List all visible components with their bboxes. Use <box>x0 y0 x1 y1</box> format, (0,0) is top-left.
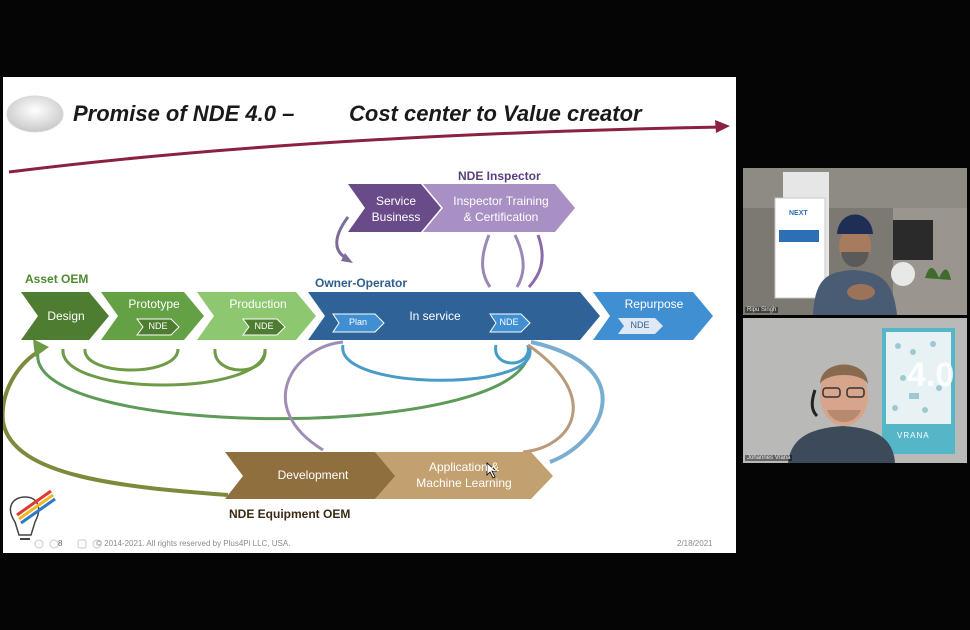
tag-nde-production: NDE <box>254 321 274 331</box>
label-service-line2: Business <box>371 210 421 224</box>
arc-prototype-design <box>83 348 180 372</box>
arc-nde-loop <box>494 344 530 365</box>
arc-design-arrowhead <box>33 339 49 357</box>
label-training-line2: & Certification <box>463 210 539 224</box>
label-training-line1: Inspector Training <box>453 194 549 208</box>
label-service-business: Service Business <box>365 193 427 225</box>
label-repurpose: Repurpose <box>624 297 684 311</box>
group-label-owner-operator: Owner-Operator <box>315 276 408 290</box>
label-development: Development <box>277 468 349 482</box>
label-application-line1: Application & <box>428 460 500 474</box>
title-arrow-line <box>8 125 724 174</box>
tag-nde-repurpose: NDE <box>630 320 650 330</box>
arc-production-design <box>61 348 267 387</box>
book-title: 4.0 <box>907 356 955 394</box>
nav-pen-icon <box>49 539 59 549</box>
presentation-slide: Promise of NDE 4.0 – Cost center to Valu… <box>3 77 736 553</box>
arc-development-plan <box>283 340 344 452</box>
nav-back-icon <box>34 539 44 549</box>
participant-name-ripu: Ripu Singh <box>745 307 779 313</box>
arc-nde-application <box>530 340 605 464</box>
arc-development-design <box>3 347 229 497</box>
slide-date: 2/18/2021 <box>677 539 713 548</box>
arc-training-a <box>481 234 492 288</box>
slide-page-number: 8 <box>58 539 63 548</box>
group-label-nde-inspector: NDE Inspector <box>458 169 541 183</box>
participant-name-johannes: Johannes Vrana <box>745 455 793 461</box>
label-prototype: Prototype <box>128 297 180 311</box>
arc-plan-nde <box>341 344 532 382</box>
label-application-line2: Machine Learning <box>416 476 512 490</box>
participant-video-ripu-singh[interactable]: NEXT Ripu Singh <box>743 168 967 315</box>
tag-nde-prototype: NDE <box>148 321 168 331</box>
arc-nde-application-inner <box>522 343 575 454</box>
slide-title-left: Promise of NDE 4.0 – <box>73 101 295 126</box>
banner-text: NEXT <box>789 210 808 217</box>
label-design: Design <box>47 309 85 323</box>
label-in-service: In service <box>409 309 461 323</box>
arc-service-inservice <box>335 216 350 261</box>
group-label-nde-equipment-oem: NDE Equipment OEM <box>229 507 351 521</box>
group-label-asset-oem: Asset OEM <box>25 272 89 286</box>
label-inspector-training: Inspector Training & Certification <box>441 193 561 225</box>
tag-nde-inservice: NDE <box>499 317 519 327</box>
nav-slides-icon <box>77 539 87 549</box>
title-arrow-head <box>715 120 730 133</box>
slide-copyright: © 2014-2021. All rights reserved by Plus… <box>96 539 291 548</box>
label-production: Production <box>229 297 287 311</box>
book-label: VRANA <box>897 431 930 440</box>
participant-video-johannes-vrana[interactable]: 4.0 VRANA Johannes Vrana <box>743 318 967 463</box>
slide-title-right: Cost center to Value creator <box>349 101 642 126</box>
slide-nav-icons <box>34 539 102 549</box>
video-frame-ripu <box>743 168 967 315</box>
arc-training-c <box>527 234 544 289</box>
arc-production-inner <box>213 348 267 372</box>
label-service-line1: Service <box>375 194 416 208</box>
tag-plan: Plan <box>348 317 367 327</box>
label-application-ml: Application & Machine Learning <box>399 459 529 491</box>
arc-training-b <box>513 234 525 288</box>
title-oval-shape <box>6 95 64 133</box>
globe-icon <box>891 262 915 286</box>
wall-tv <box>893 220 933 260</box>
plus4pi-logo <box>9 489 56 540</box>
